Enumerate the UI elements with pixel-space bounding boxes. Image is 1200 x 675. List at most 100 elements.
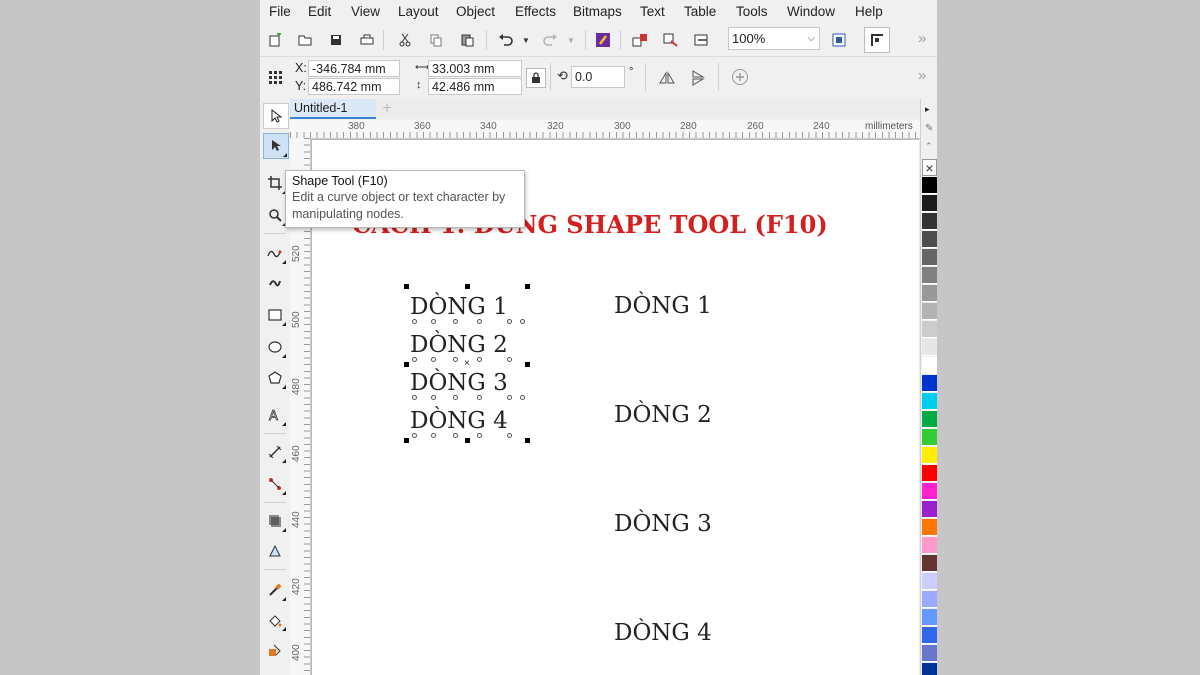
menu-text[interactable]: Text: [640, 4, 665, 19]
menu-layout[interactable]: Layout: [398, 4, 439, 19]
character-node[interactable]: [520, 319, 525, 324]
character-node[interactable]: [477, 433, 482, 438]
character-node[interactable]: [453, 395, 458, 400]
object-origin-icon[interactable]: [265, 67, 285, 87]
artistic-media-icon[interactable]: [263, 271, 287, 295]
color-swatch[interactable]: [922, 303, 937, 320]
left-line-2[interactable]: DÒNG 2: [410, 332, 508, 358]
character-node[interactable]: [477, 319, 482, 324]
color-swatch[interactable]: [922, 177, 937, 194]
selection-handle[interactable]: [525, 438, 530, 443]
mirror-horizontal-icon[interactable]: [657, 68, 677, 88]
zoom-level-dropdown[interactable]: 100% ⌵: [728, 27, 820, 50]
color-swatch[interactable]: [922, 231, 937, 248]
zoom-tool-icon[interactable]: [263, 203, 287, 227]
pick-tool-icon[interactable]: [263, 103, 289, 129]
left-line-1[interactable]: DÒNG 1: [410, 294, 508, 320]
menu-table[interactable]: Table: [684, 4, 716, 19]
color-swatch[interactable]: [922, 447, 937, 464]
selection-handle[interactable]: [404, 284, 409, 289]
color-swatch[interactable]: [922, 393, 937, 410]
character-node[interactable]: [477, 395, 482, 400]
document-tab[interactable]: Untitled-1: [290, 99, 376, 119]
selection-handle[interactable]: [525, 362, 530, 367]
palette-eyedropper-icon[interactable]: ✎: [925, 123, 933, 134]
export-icon[interactable]: [661, 30, 681, 50]
undo-icon[interactable]: [496, 30, 516, 50]
y-position-field[interactable]: 486.742 mm: [308, 78, 400, 95]
menu-tools[interactable]: Tools: [736, 4, 768, 19]
toolbar-overflow-icon[interactable]: »: [918, 30, 926, 47]
color-swatch[interactable]: [922, 339, 937, 356]
selection-handle[interactable]: [525, 284, 530, 289]
horizontal-ruler[interactable]: 380 360 340 320 300 280 260 240 millimet…: [290, 120, 920, 139]
rectangle-tool-icon[interactable]: [263, 303, 287, 327]
right-line-3[interactable]: DÒNG 3: [614, 511, 712, 537]
eyedropper-tool-icon[interactable]: [263, 578, 287, 602]
menu-object[interactable]: Object: [456, 4, 495, 19]
undo-dropdown-icon[interactable]: ▼: [516, 30, 536, 50]
menu-help[interactable]: Help: [855, 4, 883, 19]
search-content-icon[interactable]: [593, 30, 613, 50]
menu-file[interactable]: File: [269, 4, 291, 19]
print-icon[interactable]: [357, 30, 377, 50]
character-node[interactable]: [431, 395, 436, 400]
color-swatch[interactable]: [922, 627, 937, 644]
polygon-tool-icon[interactable]: [263, 366, 287, 390]
character-node[interactable]: [412, 319, 417, 324]
color-swatch[interactable]: [922, 501, 937, 518]
left-line-4[interactable]: DÒNG 4: [410, 408, 508, 434]
color-swatch[interactable]: [922, 483, 937, 500]
character-node[interactable]: [507, 319, 512, 324]
character-node[interactable]: [412, 357, 417, 362]
color-swatch[interactable]: [922, 519, 937, 536]
color-swatch[interactable]: [922, 267, 937, 284]
selection-handle[interactable]: [404, 362, 409, 367]
paste-icon[interactable]: [457, 30, 477, 50]
selection-handle[interactable]: [465, 284, 470, 289]
no-fill-swatch[interactable]: ×: [922, 159, 937, 176]
save-icon[interactable]: [326, 30, 346, 50]
character-node[interactable]: [453, 357, 458, 362]
new-tab-button[interactable]: +: [378, 99, 396, 119]
character-node[interactable]: [507, 395, 512, 400]
color-swatch[interactable]: [922, 249, 937, 266]
color-swatch[interactable]: [922, 285, 937, 302]
x-position-field[interactable]: -346.784 mm: [308, 60, 400, 77]
character-node[interactable]: [507, 357, 512, 362]
right-line-1[interactable]: DÒNG 1: [614, 293, 712, 319]
publish-pdf-icon[interactable]: [692, 30, 712, 50]
menu-bitmaps[interactable]: Bitmaps: [573, 4, 622, 19]
crop-tool-icon[interactable]: [263, 171, 287, 195]
ellipse-tool-icon[interactable]: [263, 335, 287, 359]
selection-handle[interactable]: [465, 438, 470, 443]
rotation-field[interactable]: 0.0: [571, 66, 625, 88]
color-swatch[interactable]: [922, 645, 937, 662]
right-line-4[interactable]: DÒNG 4: [614, 620, 712, 646]
character-node[interactable]: [453, 433, 458, 438]
mirror-vertical-icon[interactable]: [688, 68, 708, 88]
color-swatch[interactable]: [922, 573, 937, 590]
copy-icon[interactable]: [426, 30, 446, 50]
right-line-2[interactable]: DÒNG 2: [614, 402, 712, 428]
transparency-tool-icon[interactable]: [263, 539, 287, 563]
parallel-dimension-icon[interactable]: [263, 440, 287, 464]
open-icon[interactable]: [295, 30, 315, 50]
menu-view[interactable]: View: [351, 4, 380, 19]
property-overflow-icon[interactable]: »: [918, 67, 926, 84]
color-swatch[interactable]: [922, 357, 937, 374]
character-node[interactable]: [477, 357, 482, 362]
character-node[interactable]: [431, 319, 436, 324]
selection-handle[interactable]: [404, 438, 409, 443]
menu-window[interactable]: Window: [787, 4, 835, 19]
character-node[interactable]: [431, 357, 436, 362]
character-node[interactable]: [412, 395, 417, 400]
character-node[interactable]: [453, 319, 458, 324]
color-swatch[interactable]: [922, 609, 937, 626]
color-swatch[interactable]: [922, 537, 937, 554]
character-node[interactable]: [507, 433, 512, 438]
palette-flyout-icon[interactable]: ⌃: [925, 141, 933, 152]
width-field[interactable]: 33.003 mm: [428, 60, 522, 77]
character-node[interactable]: [431, 433, 436, 438]
height-field[interactable]: 42.486 mm: [428, 78, 522, 95]
